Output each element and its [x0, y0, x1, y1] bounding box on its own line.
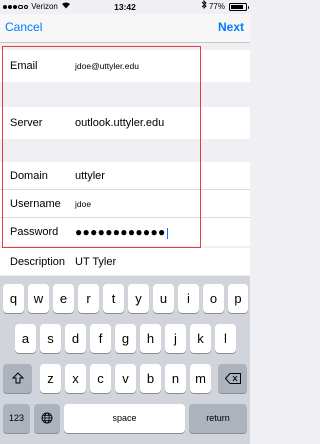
- description-label: Description: [10, 255, 66, 268]
- key-f[interactable]: f: [90, 324, 111, 353]
- space-key[interactable]: space: [64, 404, 185, 433]
- key-o[interactable]: o: [203, 284, 224, 313]
- email-label: Email: [10, 60, 38, 72]
- description-field[interactable]: UT Tyler: [75, 256, 116, 268]
- return-key[interactable]: return: [189, 404, 247, 433]
- key-q[interactable]: q: [3, 284, 24, 313]
- password-field[interactable]: ●●●●●●●●●●●●: [75, 225, 168, 239]
- battery-icon: [229, 3, 249, 11]
- password-row[interactable]: Password ●●●●●●●●●●●●: [0, 218, 250, 246]
- bluetooth-icon: [201, 0, 207, 14]
- keyboard: q w e r t y u i o p a s d f g h j k l z …: [0, 276, 250, 444]
- domain-field[interactable]: uttyler: [75, 170, 105, 182]
- battery-percent: 77%: [208, 2, 225, 11]
- cancel-button[interactable]: Cancel: [5, 20, 42, 34]
- key-z[interactable]: z: [40, 364, 61, 393]
- key-a[interactable]: a: [15, 324, 36, 353]
- server-label: Server: [10, 117, 43, 129]
- backspace-icon: [224, 373, 241, 384]
- backspace-key[interactable]: [218, 364, 247, 393]
- key-d[interactable]: d: [65, 324, 86, 353]
- shift-key[interactable]: [3, 364, 32, 393]
- key-n[interactable]: n: [165, 364, 186, 393]
- username-row[interactable]: Username jdoe: [0, 190, 250, 218]
- key-c[interactable]: c: [90, 364, 111, 393]
- key-y[interactable]: y: [128, 284, 149, 313]
- username-label: Username: [10, 197, 61, 210]
- key-t[interactable]: t: [103, 284, 124, 313]
- key-i[interactable]: i: [178, 284, 199, 313]
- server-field[interactable]: outlook.uttyler.edu: [75, 117, 164, 129]
- key-p[interactable]: p: [228, 284, 248, 313]
- globe-icon: [41, 412, 53, 424]
- key-e[interactable]: e: [53, 284, 74, 313]
- key-h[interactable]: h: [140, 324, 161, 353]
- status-right: 77%: [201, 0, 249, 14]
- key-r[interactable]: r: [78, 284, 99, 313]
- key-j[interactable]: j: [165, 324, 186, 353]
- username-field[interactable]: jdoe: [75, 199, 91, 209]
- key-k[interactable]: k: [190, 324, 211, 353]
- server-row[interactable]: Server outlook.uttyler.edu: [0, 107, 250, 139]
- key-m[interactable]: m: [190, 364, 211, 393]
- description-row[interactable]: Description UT Tyler: [0, 248, 250, 275]
- key-x[interactable]: x: [65, 364, 86, 393]
- password-dots: ●●●●●●●●●●●●: [75, 225, 166, 239]
- key-l[interactable]: l: [215, 324, 236, 353]
- status-bar: Verizon 13:42 77%: [0, 0, 250, 14]
- next-button[interactable]: Next: [218, 20, 244, 34]
- password-label: Password: [10, 226, 59, 238]
- domain-label: Domain: [10, 169, 48, 182]
- email-row[interactable]: Email jdoe@uttyler.edu: [0, 50, 250, 82]
- nav-bar: Cancel Next: [0, 14, 250, 43]
- domain-row[interactable]: Domain uttyler: [0, 162, 250, 190]
- key-u[interactable]: u: [153, 284, 174, 313]
- shift-icon: [11, 372, 24, 384]
- key-s[interactable]: s: [40, 324, 61, 353]
- globe-key[interactable]: [34, 404, 60, 433]
- text-cursor: [166, 227, 168, 239]
- email-field[interactable]: jdoe@uttyler.edu: [75, 61, 139, 71]
- key-b[interactable]: b: [140, 364, 161, 393]
- numbers-key[interactable]: 123: [3, 404, 30, 433]
- key-w[interactable]: w: [28, 284, 49, 313]
- key-g[interactable]: g: [115, 324, 136, 353]
- key-v[interactable]: v: [115, 364, 136, 393]
